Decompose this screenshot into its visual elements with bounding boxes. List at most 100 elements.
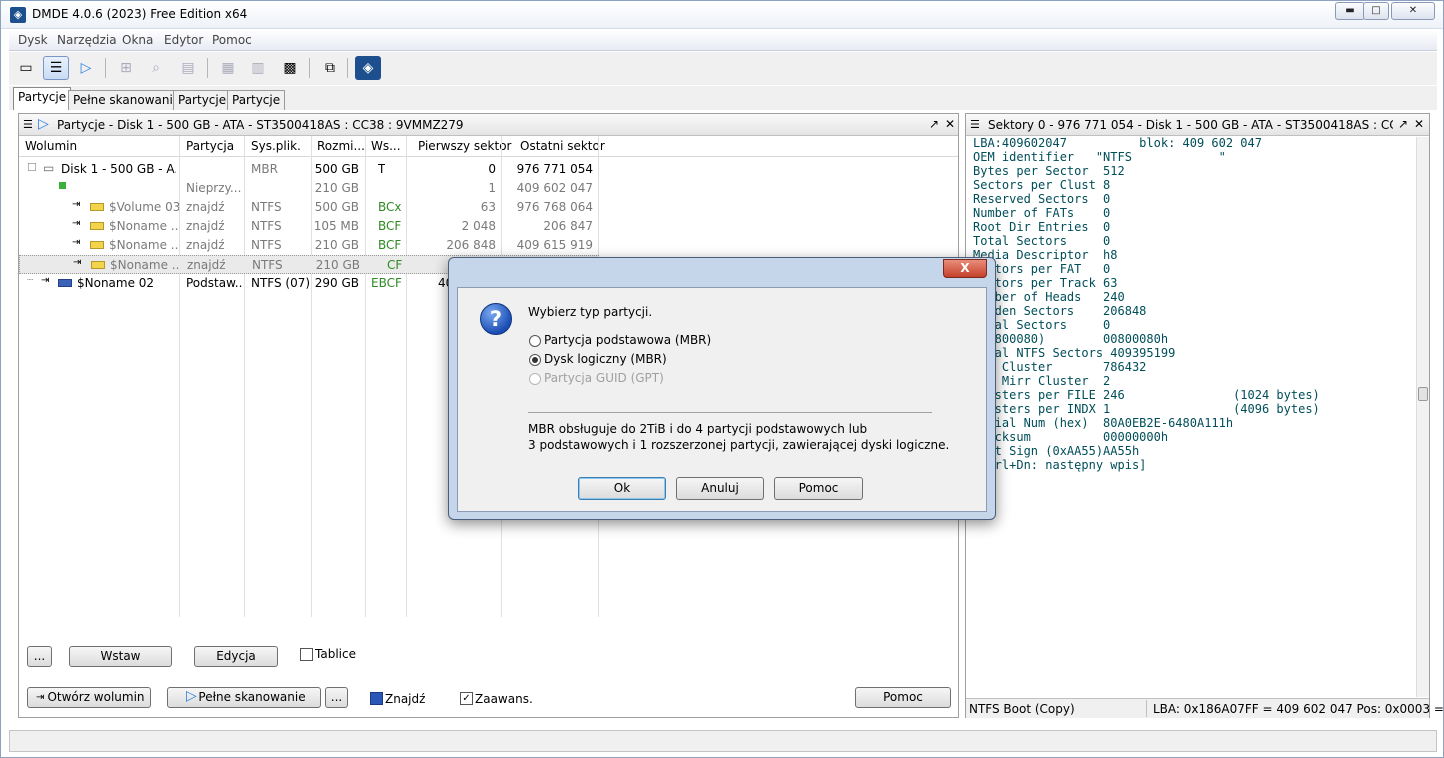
first-sector: 0 [488, 162, 496, 176]
hex-line: Total NTFS Sectors 409395199 [973, 346, 1176, 360]
edit-button[interactable]: Edycja [194, 646, 278, 667]
grid-icon[interactable]: ▩ [277, 56, 303, 80]
play-icon: ▷ [38, 116, 49, 132]
title-bar: ◈ DMDE 4.0.6 (2023) Free Edition x64 ▬ □… [1, 1, 1443, 29]
more-button[interactable]: ... [27, 646, 52, 667]
option-gpt-radio [529, 373, 541, 385]
last-sector: 409 602 047 [516, 181, 593, 195]
tab-full-scan[interactable]: Pełne skanowanie [68, 90, 186, 110]
flags: BCF [378, 238, 402, 252]
find-checkbox[interactable] [370, 692, 383, 705]
option-logical-label[interactable]: Dysk logiczny (MBR) [544, 352, 667, 366]
volume-icon [90, 203, 104, 211]
more-button-2[interactable]: ... [325, 687, 348, 708]
col-filesystem[interactable]: Sys.plik. [251, 139, 301, 153]
dmde-logo-icon[interactable]: ◈ [355, 56, 381, 80]
volume-icon [90, 241, 104, 249]
last-sector: 976 768 064 [516, 200, 593, 214]
view-icon[interactable]: ▦ [215, 56, 241, 80]
col-first-sector[interactable]: Pierwszy sektor [418, 139, 511, 153]
ok-button[interactable]: Ok [578, 477, 666, 500]
list-icon[interactable]: ▥ [245, 56, 271, 80]
hex-line: Number of FATs 0 [973, 206, 1111, 220]
detach-icon[interactable]: ↗ [1398, 117, 1408, 131]
hex-line: [Ctrl+Dn: następny wpis] [973, 458, 1147, 472]
option-gpt-label: Partycja GUID (GPT) [544, 371, 664, 385]
option-logical-radio[interactable] [529, 354, 541, 366]
toolbar-separator [347, 58, 348, 78]
arrow-right-icon[interactable]: ⇥ [41, 275, 49, 286]
partition-type: znajdź [186, 238, 225, 252]
disk-icon: ▭ [43, 161, 55, 175]
tab-partitions[interactable]: Partycje [13, 87, 72, 110]
volume-name: $Noname ... [109, 238, 179, 252]
table-row[interactable]: ☐ ▭ Disk 1 - 500 GB - A... MBR 500 GB T … [19, 160, 599, 179]
panel-menu-icon[interactable]: ☰ [23, 118, 33, 131]
menu-disk[interactable]: Dysk [18, 33, 48, 47]
flags: CF [387, 258, 403, 272]
col-size[interactable]: Rozmi... [317, 139, 365, 153]
sectors-title: Sektory 0 - 976 771 054 - Disk 1 - 500 G… [988, 118, 1393, 132]
document-icon[interactable]: ▤ [175, 56, 201, 80]
tab-partitions-3[interactable]: Partycje [227, 90, 286, 110]
close-panel-icon[interactable]: ✕ [1414, 117, 1424, 131]
dialog-separator [528, 412, 932, 413]
menu-tools[interactable]: Narzędzia [57, 33, 117, 47]
toolbar: ▭ ☰ ▷ ⊞ ⌕ ▤ ▦ ▥ ▩ ⧉ ◈ [9, 52, 1437, 85]
menu-help[interactable]: Pomoc [212, 33, 252, 47]
maximize-button[interactable]: □ [1363, 2, 1389, 20]
cancel-button[interactable]: Anuluj [676, 477, 764, 500]
filesystem: NTFS (07) [251, 276, 311, 290]
tab-partitions-2[interactable]: Partycje [173, 90, 232, 110]
col-partition[interactable]: Partycja [186, 139, 234, 153]
col-volume[interactable]: Wolumin [25, 139, 77, 153]
filesystem: NTFS [252, 258, 283, 272]
disk-icon[interactable]: ▭ [13, 56, 39, 80]
hex-line: Clusters per INDX 1 (4096 bytes) [973, 402, 1320, 416]
table-row[interactable]: ⇥ $Noname ... znajdź NTFS 210 GB BCF 206… [19, 236, 599, 255]
detach-icon[interactable]: ↗ [929, 117, 939, 131]
arrow-right-icon[interactable]: ⇥ [73, 257, 81, 268]
arrow-right-icon[interactable]: ⇥ [72, 218, 80, 229]
play-icon[interactable]: ▷ [73, 56, 99, 80]
menu-editor[interactable]: Edytor [164, 33, 203, 47]
close-button[interactable]: ✕ [1391, 2, 1435, 20]
advanced-checkbox[interactable]: ✓ [460, 692, 473, 705]
option-primary-label[interactable]: Partycja podstawowa (MBR) [544, 333, 711, 347]
windows-icon[interactable]: ⧉ [317, 56, 343, 80]
arrow-right-icon[interactable]: ⇥ [72, 199, 80, 210]
option-primary-radio[interactable] [529, 335, 541, 347]
col-flags[interactable]: Ws... [371, 139, 401, 153]
expand-icon[interactable]: ┈ [27, 275, 33, 286]
hex-line: MFT Cluster 786432 [973, 360, 1147, 374]
filesystem: MBR [251, 162, 278, 176]
hex-line: Sectors per Clust 8 [973, 178, 1111, 192]
minimize-button[interactable]: ▬ [1335, 2, 1365, 20]
help-button[interactable]: Pomoc [855, 687, 951, 708]
panel-menu-icon[interactable]: ☰ [970, 118, 980, 131]
arrow-right-icon[interactable]: ⇥ [72, 237, 80, 248]
search-icon[interactable]: ⌕ [143, 56, 169, 80]
tab-bar: Partycje Pełne skanowanie Partycje Party… [9, 86, 1437, 110]
insert-button[interactable]: Wstaw [69, 646, 172, 667]
full-scan-button[interactable]: ▷ Pełne skanowanie [167, 687, 321, 708]
table-row[interactable]: ⇥ $Volume 03 znajdź NTFS 500 GB BCx 63 9… [19, 198, 599, 217]
last-sector: 409 615 919 [516, 238, 593, 252]
menu-windows[interactable]: Okna [122, 33, 153, 47]
open-volume-label: Otwórz wolumin [47, 690, 145, 704]
expand-icon[interactable]: ☐ [27, 161, 37, 174]
tree-icon[interactable]: ⊞ [113, 56, 139, 80]
scrollbar-thumb[interactable] [1418, 387, 1428, 401]
question-icon: ? [480, 303, 512, 335]
partitions-icon[interactable]: ☰ [43, 56, 69, 80]
dialog-help-button[interactable]: Pomoc [774, 477, 863, 500]
close-panel-icon[interactable]: ✕ [945, 117, 955, 131]
table-row[interactable]: ⇥ $Noname ... znajdź NTFS 105 MB BCF 2 0… [19, 217, 599, 236]
vertical-scrollbar[interactable] [1416, 137, 1429, 697]
dialog-close-button[interactable]: X [943, 259, 987, 278]
hex-line: Checksum 00000000h [973, 430, 1169, 444]
open-volume-button[interactable]: ⇥ Otwórz wolumin [27, 687, 151, 708]
col-last-sector[interactable]: Ostatni sektor [520, 139, 605, 153]
tables-checkbox[interactable] [300, 648, 313, 661]
table-row[interactable]: Nieprzy... 210 GB 1 409 602 047 [19, 179, 599, 198]
